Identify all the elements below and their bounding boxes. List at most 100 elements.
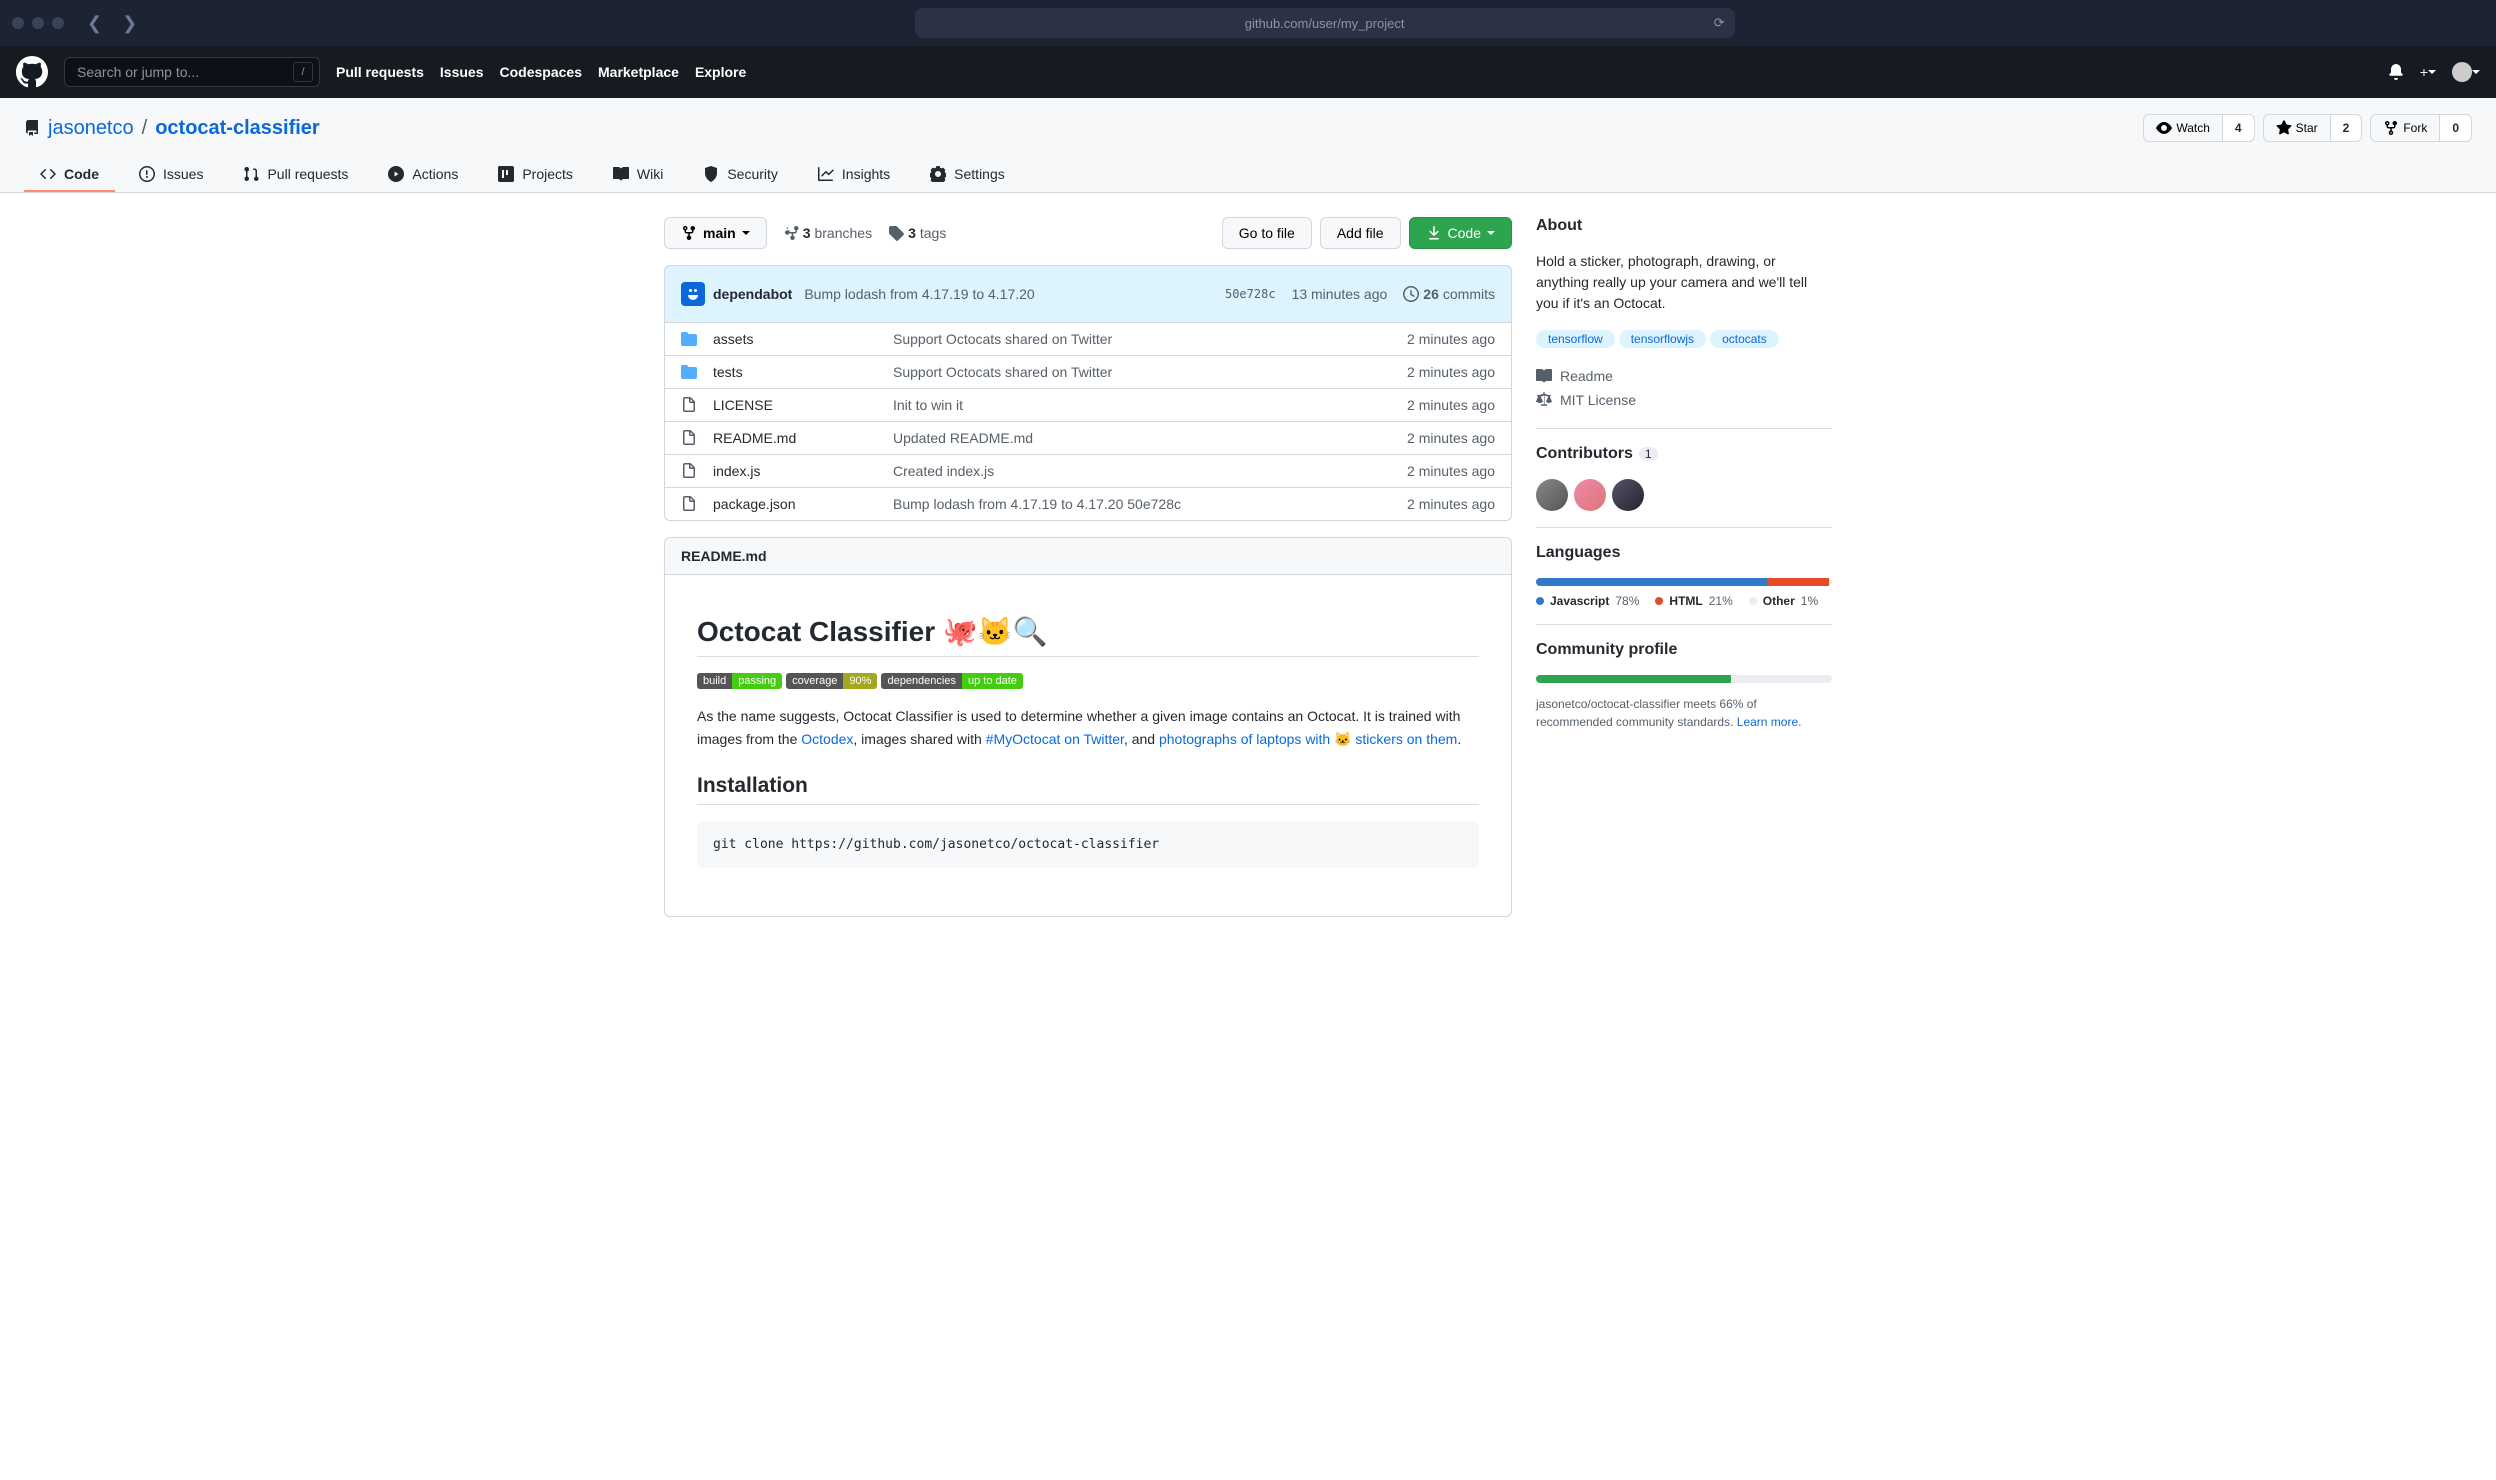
folder-icon xyxy=(681,364,697,380)
license-link[interactable]: MIT License xyxy=(1560,392,1636,408)
repo-owner-link[interactable]: jasonetco xyxy=(48,117,134,140)
file-name-link[interactable]: tests xyxy=(713,364,743,380)
file-name-link[interactable]: README.md xyxy=(713,430,796,446)
tags-link[interactable]: 3 tags xyxy=(888,225,946,241)
file-name-link[interactable]: package.json xyxy=(713,496,796,512)
github-logo[interactable] xyxy=(16,56,48,88)
star-icon xyxy=(2276,120,2292,136)
file-name-link[interactable]: index.js xyxy=(713,463,760,479)
file-list: assets Support Octocats shared on Twitte… xyxy=(664,323,1512,521)
file-name-link[interactable]: LICENSE xyxy=(713,397,773,413)
tag-icon xyxy=(888,225,904,241)
nav-issues[interactable]: Issues xyxy=(440,64,484,80)
branch-icon xyxy=(681,225,697,241)
link-octodex[interactable]: Octodex xyxy=(801,731,853,747)
book-icon xyxy=(1536,368,1552,384)
fork-count[interactable]: 0 xyxy=(2440,114,2472,142)
nav-codespaces[interactable]: Codespaces xyxy=(500,64,582,80)
repo-name-link[interactable]: octocat-classifier xyxy=(155,117,320,140)
commit-sha[interactable]: 50e728c xyxy=(1225,287,1276,301)
close-window[interactable] xyxy=(12,17,24,29)
lang-segment xyxy=(1536,578,1767,586)
nav-marketplace[interactable]: Marketplace xyxy=(598,64,679,80)
star-count[interactable]: 2 xyxy=(2331,114,2363,142)
pr-icon xyxy=(243,166,259,182)
lang-segment xyxy=(1829,578,1832,586)
file-time: 2 minutes ago xyxy=(1407,364,1495,380)
tab-actions[interactable]: Actions xyxy=(372,158,474,192)
readme-link[interactable]: Readme xyxy=(1560,368,1613,384)
go-to-file-button[interactable]: Go to file xyxy=(1222,217,1312,249)
branches-link[interactable]: 3 branches xyxy=(783,225,872,241)
back-button[interactable]: ❮ xyxy=(87,13,102,34)
url-bar[interactable]: github.com/user/my_project ⟳ xyxy=(915,8,1735,38)
tab-security[interactable]: Security xyxy=(687,158,794,192)
search-input[interactable]: Search or jump to... / xyxy=(64,57,320,87)
nav-explore[interactable]: Explore xyxy=(695,64,746,80)
badge: buildpassing xyxy=(697,673,782,689)
create-new-dropdown[interactable]: + xyxy=(2420,64,2436,80)
watch-button[interactable]: Watch xyxy=(2143,114,2223,142)
tab-pull-requests[interactable]: Pull requests xyxy=(227,158,364,192)
topic-tag[interactable]: tensorflowjs xyxy=(1619,330,1706,348)
latest-commit: dependabot Bump lodash from 4.17.19 to 4… xyxy=(664,265,1512,323)
tab-insights[interactable]: Insights xyxy=(802,158,906,192)
file-time: 2 minutes ago xyxy=(1407,496,1495,512)
file-row: assets Support Octocats shared on Twitte… xyxy=(665,323,1511,355)
file-commit-link[interactable]: Bump lodash from 4.17.19 to 4.17.20 50e7… xyxy=(893,496,1181,512)
commits-link[interactable]: 26 commits xyxy=(1403,286,1495,302)
watch-count[interactable]: 4 xyxy=(2223,114,2255,142)
language-bar xyxy=(1536,578,1832,586)
repo-title: jasonetco / octocat-classifier xyxy=(24,117,320,140)
link-photographs[interactable]: photographs of laptops with 🐱 stickers o… xyxy=(1159,731,1457,747)
badge: dependenciesup to date xyxy=(881,673,1022,689)
contributor-avatar[interactable] xyxy=(1612,479,1644,511)
tab-code[interactable]: Code xyxy=(24,158,115,192)
forward-button[interactable]: ❯ xyxy=(122,13,137,34)
topic-tag[interactable]: octocats xyxy=(1710,330,1779,348)
fork-button[interactable]: Fork xyxy=(2370,114,2440,142)
badge: coverage90% xyxy=(786,673,877,689)
user-menu[interactable] xyxy=(2452,62,2480,82)
file-nav: main 3 branches 3 tags Go to file Add fi… xyxy=(664,217,1512,249)
minimize-window[interactable] xyxy=(32,17,44,29)
link-myoctocat[interactable]: #MyOctocat on Twitter xyxy=(986,731,1124,747)
lang-item[interactable]: Other 1% xyxy=(1749,594,1818,608)
file-commit-link[interactable]: Support Octocats shared on Twitter xyxy=(893,364,1112,380)
file-commit-link[interactable]: Updated README.md xyxy=(893,430,1033,446)
learn-more-link[interactable]: Learn more xyxy=(1737,715,1798,729)
lang-segment xyxy=(1767,578,1829,586)
star-button[interactable]: Star xyxy=(2263,114,2331,142)
code-icon xyxy=(40,166,56,182)
lang-item[interactable]: HTML 21% xyxy=(1655,594,1732,608)
maximize-window[interactable] xyxy=(52,17,64,29)
topic-tag[interactable]: tensorflow xyxy=(1536,330,1615,348)
lang-item[interactable]: Javascript 78% xyxy=(1536,594,1639,608)
lang-dot xyxy=(1655,597,1663,605)
add-file-button[interactable]: Add file xyxy=(1320,217,1401,249)
code-button[interactable]: Code xyxy=(1409,217,1512,249)
tab-issues[interactable]: Issues xyxy=(123,158,219,192)
contributor-avatar[interactable] xyxy=(1574,479,1606,511)
commit-message[interactable]: Bump lodash from 4.17.19 to 4.17.20 xyxy=(804,286,1034,302)
fork-icon xyxy=(2383,120,2399,136)
contributor-avatar[interactable] xyxy=(1536,479,1568,511)
file-name-link[interactable]: assets xyxy=(713,331,753,347)
file-commit-link[interactable]: Init to win it xyxy=(893,397,963,413)
file-icon xyxy=(681,496,697,512)
reload-icon[interactable]: ⟳ xyxy=(1714,15,1725,31)
branch-selector[interactable]: main xyxy=(664,217,767,249)
file-commit-link[interactable]: Created index.js xyxy=(893,463,994,479)
contributors-count: 1 xyxy=(1639,447,1658,461)
readme-header: README.md xyxy=(665,538,1511,575)
lang-dot xyxy=(1536,597,1544,605)
project-icon xyxy=(498,166,514,182)
tab-wiki[interactable]: Wiki xyxy=(597,158,679,192)
commit-author[interactable]: dependabot xyxy=(713,286,792,302)
file-commit-link[interactable]: Support Octocats shared on Twitter xyxy=(893,331,1112,347)
notifications-icon[interactable] xyxy=(2388,64,2404,80)
bot-avatar[interactable] xyxy=(681,282,705,306)
tab-projects[interactable]: Projects xyxy=(482,158,589,192)
tab-settings[interactable]: Settings xyxy=(914,158,1021,192)
nav-pull-requests[interactable]: Pull requests xyxy=(336,64,424,80)
